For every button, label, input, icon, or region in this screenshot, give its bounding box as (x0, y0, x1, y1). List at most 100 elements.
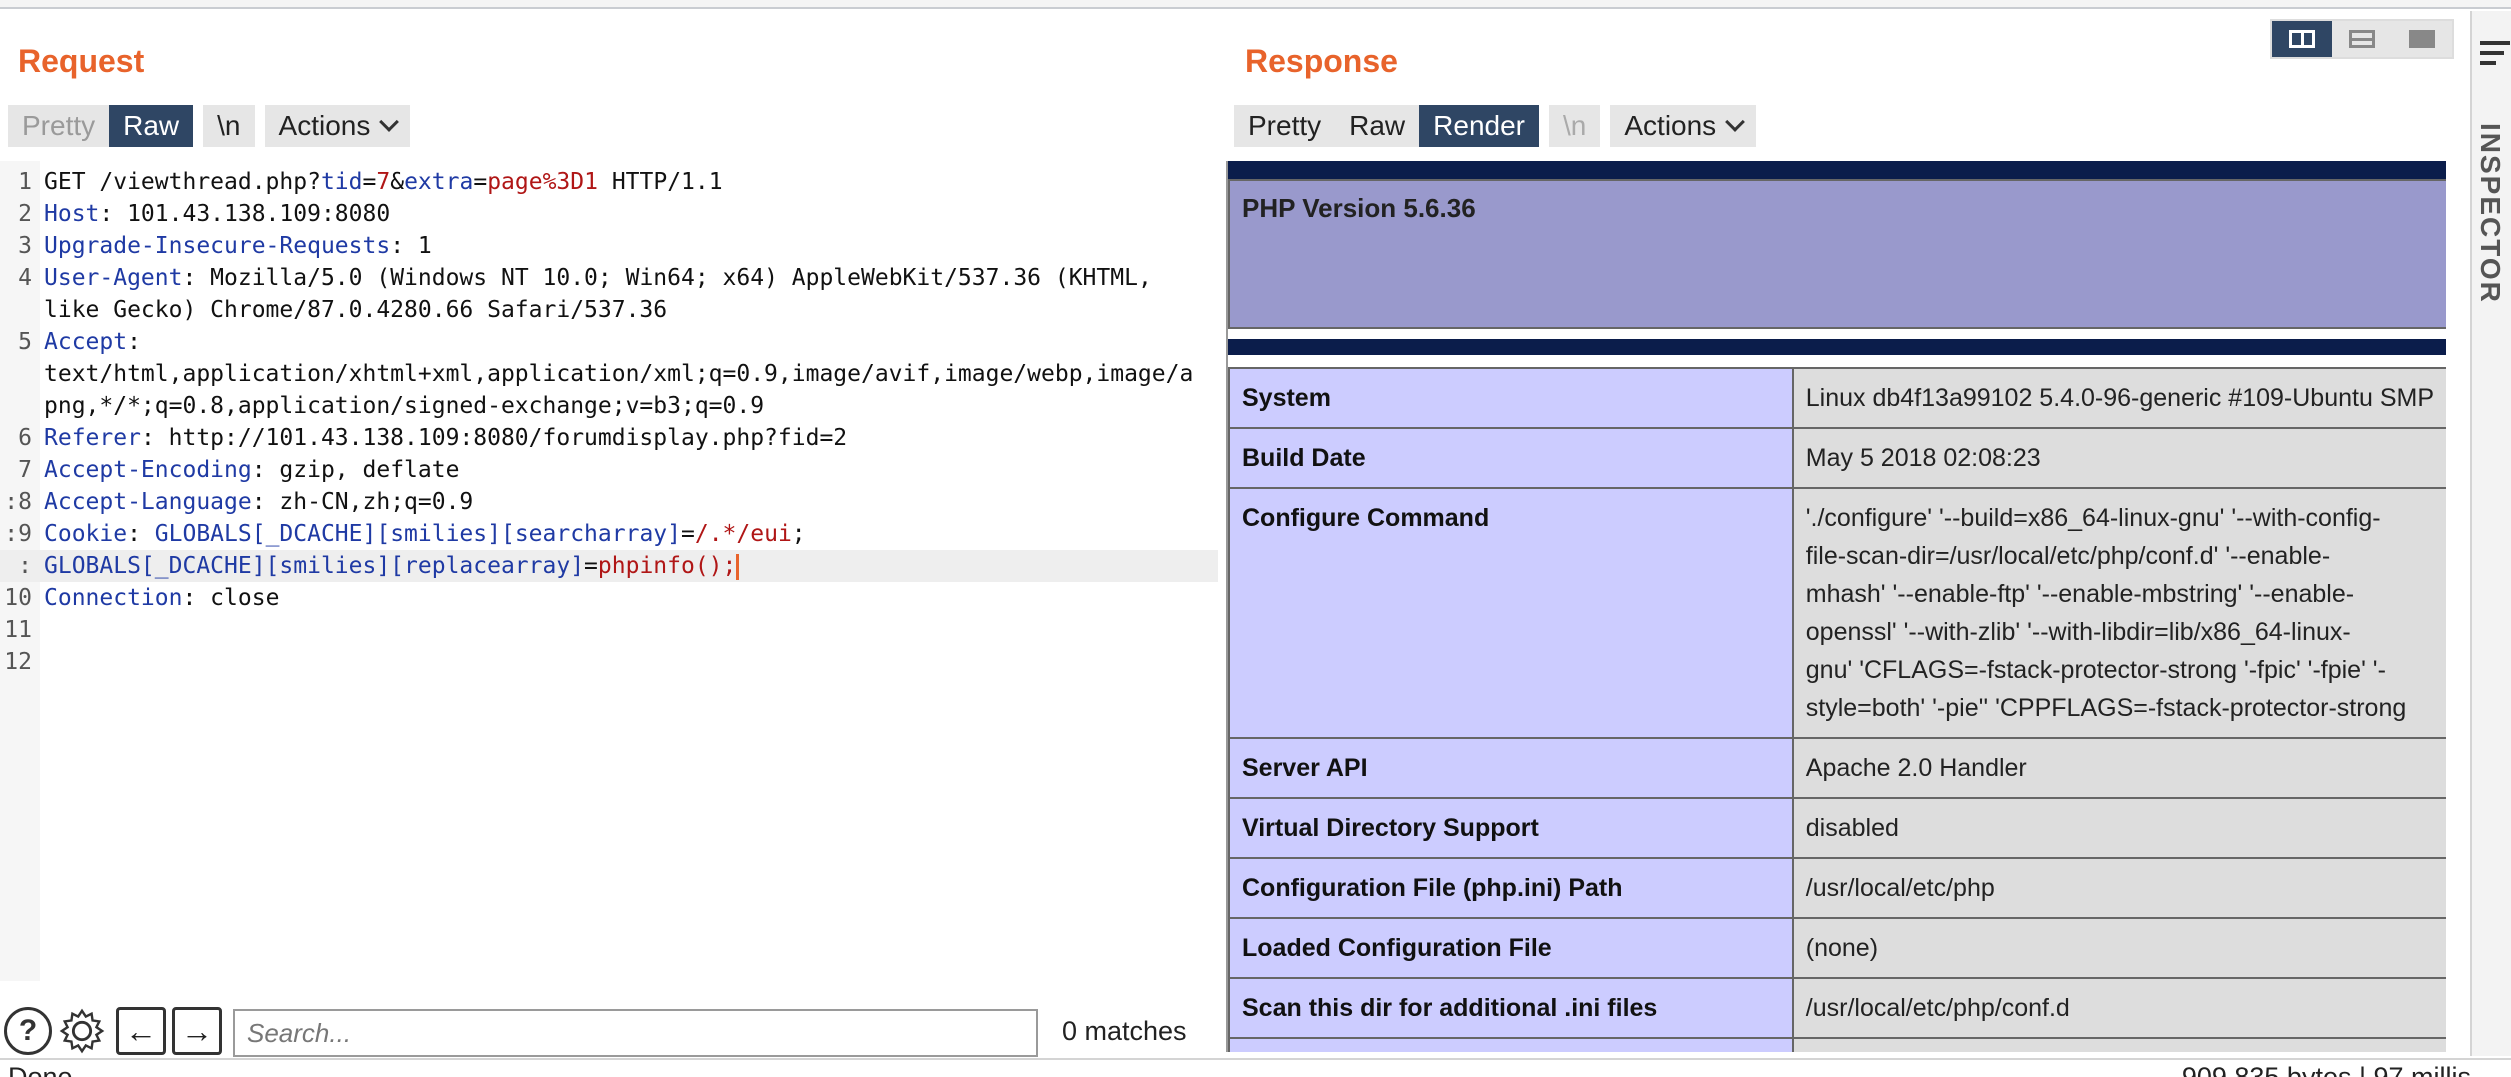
line-number: 12 (4, 649, 32, 675)
request-line: 10 Connection: close (0, 582, 1218, 614)
request-line: text/html,application/xhtml+xml,applicat… (0, 358, 1218, 390)
php-info-row: Build Date May 5 2018 02:08:23 (1228, 427, 2446, 489)
single-pane-icon (2409, 30, 2435, 48)
request-line: 5 Accept: (0, 326, 1218, 358)
line-number: 11 (4, 617, 32, 643)
line-text: HTTP/1.1 (597, 169, 723, 195)
line-text: png,*/*;q=0.8,application/signed-exchang… (44, 393, 765, 419)
line-text: = (362, 169, 377, 195)
response-tab-raw[interactable]: Raw (1335, 105, 1419, 147)
php-info-row: Configuration File (php.ini) Path/usr/lo… (1228, 857, 2446, 919)
php-info-value-text: /usr/local/etc/php (1805, 874, 1995, 902)
php-info-value: May 5 2018 02:08:23 (1791, 427, 2446, 489)
layout-split-horizontal-button[interactable] (2332, 21, 2392, 57)
layout-split-vertical-button[interactable] (2272, 21, 2332, 57)
php-info-key: Configure Command (1228, 487, 1794, 739)
response-newline-toggle[interactable]: \n (1549, 105, 1601, 147)
line-text: ; (791, 521, 806, 547)
line-number: 3 (18, 233, 32, 259)
header-name: extra (404, 169, 474, 195)
php-info-value: /usr/local/etc/php/conf.d/core.ini, /usr… (1791, 1037, 2446, 1052)
header-name: GLOBALS[_DCACHE][smilies][searcharray] (154, 521, 681, 547)
gear-icon-svg (59, 1008, 105, 1054)
line-text: : (127, 521, 155, 547)
php-info-value: (none) (1791, 917, 2446, 979)
php-info-row: Additional .ini files parsed/usr/local/e… (1228, 1037, 2446, 1052)
request-line: 12 (0, 646, 1218, 678)
response-pane: Response Pretty Raw Render \n Actions PHP … (1226, 11, 2470, 1056)
php-info-value-text: './configure' '--build=x86_64-linux-gnu'… (1805, 504, 2407, 722)
help-icon[interactable]: ? (4, 1007, 52, 1055)
header-name: tid (320, 169, 363, 195)
line-text: GET /viewthread.php? (44, 169, 321, 195)
header-name: Accept-Language (44, 489, 252, 515)
search-input[interactable] (233, 1009, 1038, 1057)
line-content: Accept-Encoding: gzip, deflate (44, 454, 1218, 486)
menu-icon[interactable] (2480, 41, 2510, 71)
php-info-row: Virtual Directory Support disabled (1228, 797, 2446, 859)
line-number: 1 (18, 169, 32, 195)
request-title: Request (18, 43, 145, 79)
request-tab-raw[interactable]: Raw (109, 105, 194, 147)
php-info-key: System (1228, 367, 1794, 429)
line-content: GET /viewthread.php?tid=7&extra=page%3D1… (44, 166, 1218, 198)
response-size-timing: 909,835 bytes | 97 millis (2181, 1062, 2471, 1077)
request-editor[interactable]: 1 GET /viewthread.php?tid=7&extra=page%3D… (0, 161, 1218, 981)
request-line: 4 User-Agent: Mozilla/5.0 (Windows NT 10.… (0, 262, 1218, 294)
php-info-value-text: /usr/local/etc/php/conf.d/core.ini, /usr… (1806, 1049, 2434, 1052)
status-bar: Done 909,835 bytes | 97 millis (0, 1058, 2511, 1077)
request-line: 11 (0, 614, 1218, 646)
line-content: Cookie: GLOBALS[_DCACHE][smilies][search… (44, 518, 1218, 550)
header-name: Connection (44, 585, 183, 611)
line-content: Connection: close (44, 582, 1218, 614)
request-line: 7 Accept-Encoding: gzip, deflate (0, 454, 1218, 486)
php-info-value: /usr/local/etc/php/conf.d (1791, 977, 2446, 1039)
response-actions-button[interactable]: Actions (1610, 105, 1757, 147)
gear-icon[interactable] (58, 1007, 106, 1055)
search-next-button[interactable]: → (172, 1007, 222, 1055)
request-tab-pretty[interactable]: Pretty (8, 105, 109, 147)
line-content: Accept-Language: zh-CN,zh;q=0.9 (44, 486, 1218, 518)
request-actions-button[interactable]: Actions (264, 105, 411, 147)
layout-single-button[interactable] (2392, 21, 2452, 57)
line-number: 10 (4, 585, 32, 611)
line-content: Accept: (44, 326, 1218, 358)
line-text: = (473, 169, 488, 195)
request-line: :8 Accept-Language: zh-CN,zh;q=0.9 (0, 486, 1218, 518)
line-content: Host: 101.43.138.109:8080 (44, 198, 1218, 230)
line-content: User-Agent: Mozilla/5.0 (Windows NT 10.0… (44, 262, 1218, 294)
inspector-label[interactable]: INSPECTOR (2474, 123, 2506, 304)
php-info-value: Apache 2.0 Handler (1791, 737, 2446, 799)
php-info-row: Server API Apache 2.0 Handler (1228, 737, 2446, 799)
search-match-count: 0 matches (1062, 1016, 1187, 1046)
response-tab-render[interactable]: Render (1419, 105, 1539, 147)
request-newline-toggle[interactable]: \n (203, 105, 255, 147)
response-scroll-gutter[interactable] (2446, 161, 2470, 1052)
php-info-key: Additional .ini files parsed (1228, 1037, 1794, 1052)
php-version-title: PHP Version 5.6.36 (1242, 193, 1476, 223)
request-line: like Gecko) Chrome/87.0.4280.66 Safari/5… (0, 294, 1218, 326)
line-content: like Gecko) Chrome/87.0.4280.66 Safari/5… (44, 294, 1218, 326)
inspector-panel[interactable]: INSPECTOR (2470, 11, 2511, 1056)
php-info-key: Build Date (1228, 427, 1794, 489)
line-text: : close (182, 585, 280, 611)
php-info-row: System Linux db4f13a99102 5.4.0-96-generi… (1228, 367, 2446, 429)
search-prev-button[interactable]: ← (116, 1007, 166, 1055)
php-info-value: Linux db4f13a99102 5.4.0-96-generic #109… (1791, 367, 2446, 429)
line-text: : 1 (390, 233, 432, 259)
request-line: :9 Cookie: GLOBALS[_DCACHE][smilies][sear… (0, 518, 1218, 550)
request-line: 1 GET /viewthread.php?tid=7&extra=page%3D… (0, 166, 1218, 198)
response-tab-pretty[interactable]: Pretty (1234, 105, 1335, 147)
line-text: like Gecko) Chrome/87.0.4280.66 Safari/5… (44, 297, 668, 323)
line-text: : gzip, deflate (251, 457, 460, 483)
php-info-value-text: (none) (1805, 934, 1879, 962)
line-number: 6 (18, 425, 32, 451)
php-info-value: './configure' '--build=x86_64-linux-gnu'… (1791, 487, 2446, 739)
php-info-key: Scan this dir for additional .ini files (1228, 977, 1794, 1039)
line-text: : 101.43.138.109:8080 (99, 201, 391, 227)
param-value: page%3D1 (487, 169, 598, 195)
param-value: phpinfo(); (597, 553, 737, 579)
php-info-key: Virtual Directory Support (1228, 797, 1794, 859)
header-name: User-Agent (44, 265, 183, 291)
render-viewport[interactable]: PHP Version 5.6.36 System Linux db4f13a99… (1226, 161, 2446, 1052)
